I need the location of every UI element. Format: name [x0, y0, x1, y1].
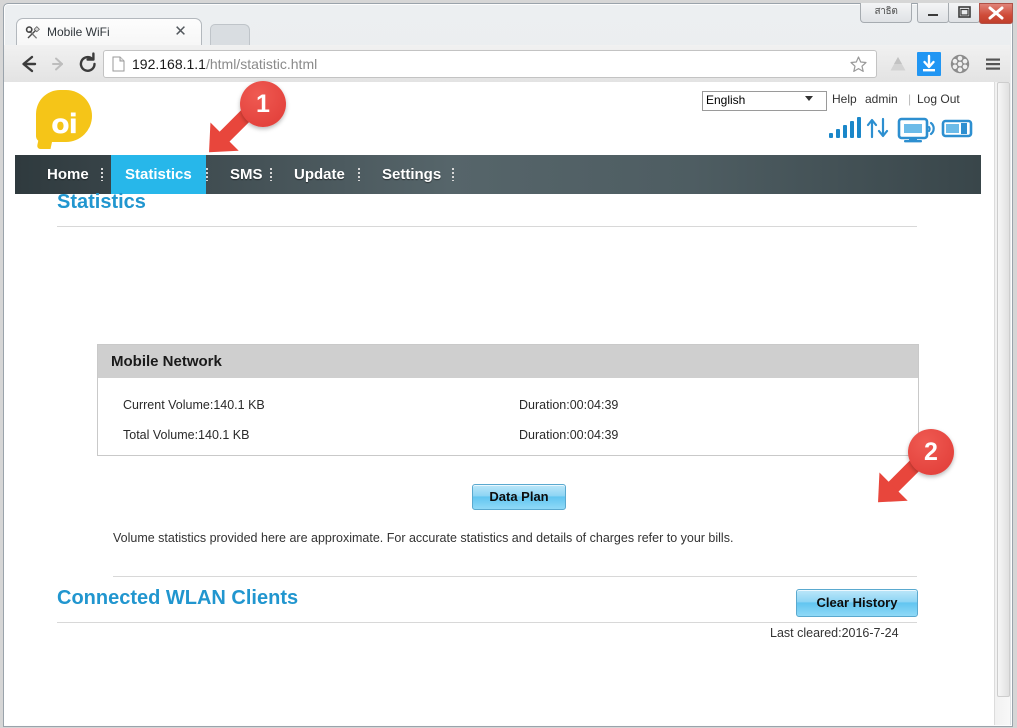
nav-separator [206, 168, 208, 181]
download-icon[interactable] [917, 52, 941, 76]
page-scrollbar[interactable] [994, 82, 1010, 725]
nav-item-settings[interactable]: Settings [368, 155, 455, 194]
reload-icon [79, 52, 96, 72]
nav-item-sms[interactable]: SMS [216, 155, 277, 194]
battery-icon [941, 119, 973, 138]
tab-close-button[interactable]: ✕ [172, 24, 189, 41]
chevron-down-icon [805, 96, 813, 101]
nav-separator [270, 168, 272, 181]
tools-icon [25, 26, 40, 39]
clear-history-button[interactable]: Clear History [796, 589, 918, 617]
link-separator: | [908, 92, 912, 106]
statistics-heading: Statistics [57, 191, 146, 213]
oi-logo: oi [36, 90, 92, 152]
help-link[interactable]: Help [832, 92, 857, 106]
site-header: oi English Help admin | Log Out [15, 82, 981, 155]
main-navigation: Home Statistics SMS Update Settings [15, 155, 981, 194]
note-divider [113, 576, 917, 577]
nav-item-statistics[interactable]: Statistics [111, 155, 206, 194]
nav-item-update[interactable]: Update [280, 155, 359, 194]
heading-divider [57, 226, 917, 227]
browser-tab-strip: Mobile WiFi ✕ [4, 14, 1010, 48]
tab-title: Mobile WiFi [47, 25, 110, 39]
film-reel-glyph-icon [950, 54, 970, 74]
current-volume-label: Current Volume:140.1 KB [123, 398, 265, 412]
browser-tab[interactable]: Mobile WiFi ✕ [8, 18, 202, 48]
panel-title: Mobile Network [111, 353, 222, 370]
nav-separator [452, 168, 454, 181]
up-down-arrows-icon [866, 117, 889, 139]
url-text: 192.168.1.1/html/statistic.html [132, 55, 836, 73]
wifi-monitor-icon [897, 117, 935, 143]
forward-arrow-icon [52, 57, 63, 71]
web-page: oi English Help admin | Log Out Home Sta… [15, 82, 981, 725]
wlan-divider [57, 622, 917, 623]
menu-icon[interactable] [981, 52, 1005, 76]
status-icon-group [815, 112, 975, 144]
forward-button [45, 51, 71, 77]
url-host: 192.168.1.1 [132, 56, 206, 72]
drive-icon[interactable] [886, 52, 910, 76]
total-duration-label: Duration:00:04:39 [519, 428, 619, 442]
os-window: สาธิต Mobile WiFi ✕ 192.168.1.1/html/sta… [0, 0, 1017, 728]
user-label: admin [865, 92, 898, 106]
current-duration-label: Duration:00:04:39 [519, 398, 619, 412]
logo-text: oi [51, 109, 78, 140]
total-volume-label: Total Volume:140.1 KB [123, 428, 250, 442]
statistics-note: Volume statistics provided here are appr… [113, 531, 734, 545]
page-viewport: oi English Help admin | Log Out Home Sta… [4, 82, 1010, 725]
nav-separator [358, 168, 360, 181]
browser-toolbar: 192.168.1.1/html/statistic.html [4, 45, 1010, 83]
mobile-network-panel: Mobile Network Current Volume:140.1 KB D… [97, 344, 919, 456]
wlan-heading: Connected WLAN Clients [57, 587, 299, 609]
back-button[interactable] [16, 51, 42, 77]
annotation-badge-1: 1 [240, 81, 286, 127]
last-cleared-label: Last cleared:2016-7-24 [770, 626, 899, 640]
url-path: /html/statistic.html [205, 56, 318, 72]
download-arrow-icon [923, 54, 935, 72]
logout-link[interactable]: Log Out [917, 92, 960, 106]
signal-bars-icon [829, 117, 861, 138]
back-arrow-icon [22, 55, 37, 73]
nav-separator [101, 168, 103, 181]
language-select[interactable]: English [702, 91, 827, 111]
scrollbar-thumb[interactable] [997, 82, 1010, 697]
reload-button[interactable] [75, 51, 101, 77]
annotation-badge-2: 2 [908, 429, 954, 475]
data-plan-button[interactable]: Data Plan [472, 484, 566, 510]
drive-triangle-icon [890, 57, 906, 71]
address-bar[interactable]: 192.168.1.1/html/statistic.html [103, 50, 877, 78]
star-icon[interactable] [849, 55, 868, 74]
hamburger-icon [986, 58, 1000, 70]
document-icon [112, 56, 125, 72]
film-reel-icon[interactable] [948, 52, 972, 76]
panel-header: Mobile Network [98, 345, 918, 378]
nav-item-home[interactable]: Home [33, 155, 103, 194]
